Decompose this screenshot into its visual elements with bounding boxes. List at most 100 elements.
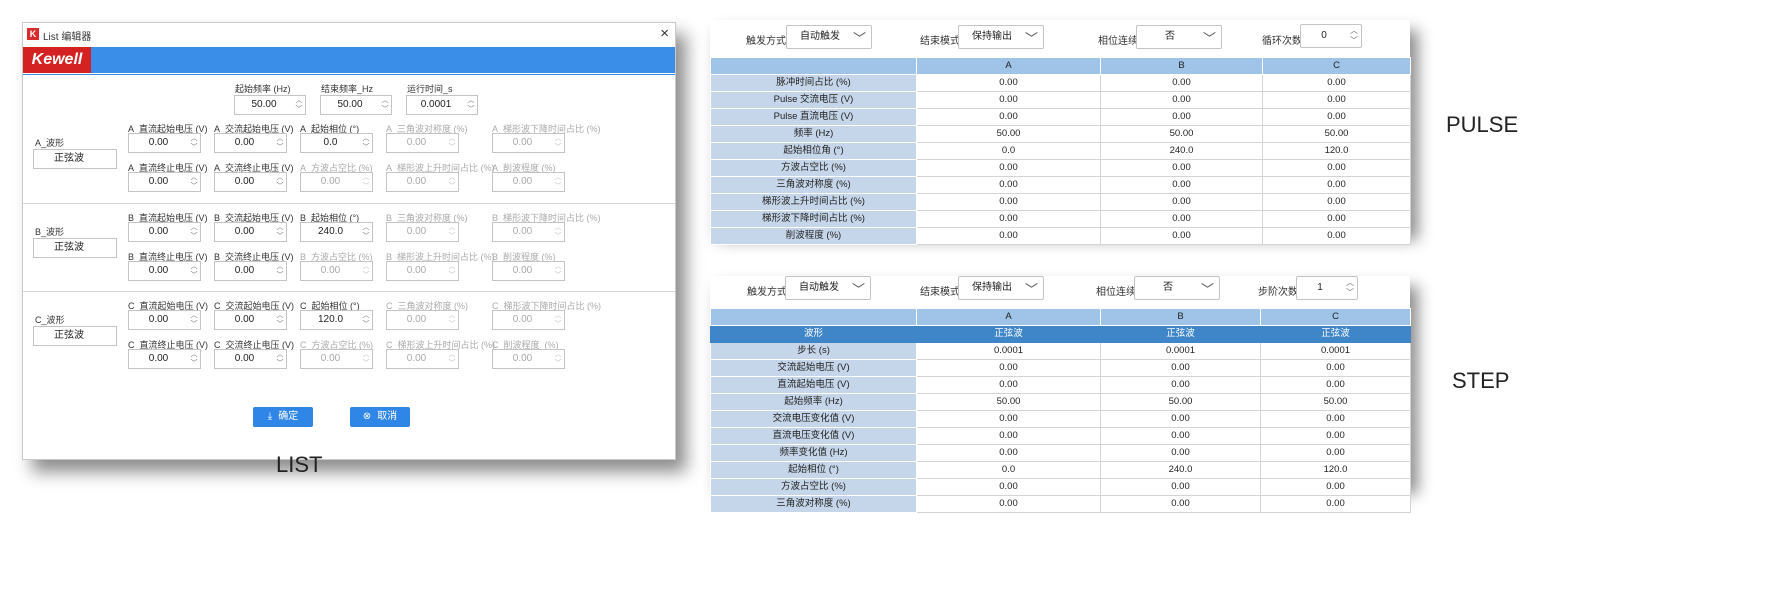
table-cell[interactable]: 0.00 bbox=[916, 74, 1101, 92]
table-cell[interactable]: 50.00 bbox=[916, 125, 1101, 143]
phase-c-start-phase-spinbox[interactable]: 120.0 ︿ ﹀ bbox=[300, 310, 373, 330]
table-cell[interactable]: 120.0 bbox=[1262, 142, 1411, 160]
spin-arrows-icon[interactable]: ︿ ﹀ bbox=[361, 311, 371, 329]
table-cell[interactable]: 0.00 bbox=[916, 176, 1101, 194]
table-cell[interactable]: 0.00 bbox=[1260, 478, 1411, 496]
table-cell[interactable]: 0.00 bbox=[1100, 108, 1263, 126]
table-cell[interactable]: 50.00 bbox=[1100, 125, 1263, 143]
table-cell[interactable]: 0.00 bbox=[916, 376, 1101, 394]
table-cell[interactable]: 0.0001 bbox=[1260, 342, 1411, 360]
spin-arrows-icon[interactable]: ︿ ﹀ bbox=[380, 96, 390, 114]
table-cell[interactable]: 0.0 bbox=[916, 461, 1101, 479]
phase-c-ac-end-spinbox[interactable]: 0.00 ︿ ﹀ bbox=[214, 349, 287, 369]
end-freq-spinbox[interactable]: 50.00 ︿ ﹀ bbox=[320, 95, 392, 115]
table-cell[interactable]: 240.0 bbox=[1100, 461, 1261, 479]
trigger-combo[interactable]: 自动触发 ﹀ bbox=[785, 276, 871, 300]
table-cell[interactable]: 0.00 bbox=[1260, 427, 1411, 445]
table-cell[interactable]: 0.00 bbox=[1262, 91, 1411, 109]
spin-arrows-icon[interactable]: ︿ ﹀ bbox=[294, 96, 304, 114]
phase-cont-combo[interactable]: 否 ﹀ bbox=[1136, 25, 1222, 49]
table-cell[interactable]: 50.00 bbox=[1262, 125, 1411, 143]
table-cell[interactable]: 0.00 bbox=[1100, 444, 1261, 462]
phase-c-dc-start-spinbox[interactable]: 0.00 ︿ ﹀ bbox=[128, 310, 201, 330]
table-cell[interactable]: 0.0 bbox=[916, 142, 1101, 160]
table-cell[interactable]: 0.00 bbox=[1100, 91, 1263, 109]
cancel-button[interactable]: ⊗ 取消 bbox=[350, 407, 410, 427]
run-time-spinbox[interactable]: 0.0001 ︿ ﹀ bbox=[406, 95, 478, 115]
table-cell[interactable]: 120.0 bbox=[1260, 461, 1411, 479]
table-cell[interactable]: 240.0 bbox=[1100, 142, 1263, 160]
spin-arrows-icon[interactable]: ︿ ﹀ bbox=[189, 173, 199, 191]
table-cell[interactable]: 0.00 bbox=[916, 159, 1101, 177]
table-cell[interactable]: 0.00 bbox=[1260, 376, 1411, 394]
spin-arrows-icon[interactable]: ︿ ﹀ bbox=[1345, 278, 1355, 298]
step-count-spinbox[interactable]: 1 ︿ ﹀ bbox=[1296, 276, 1358, 300]
table-cell[interactable]: 0.00 bbox=[1100, 359, 1261, 377]
table-cell[interactable]: 0.00 bbox=[1262, 176, 1411, 194]
phase-b-dc-end-spinbox[interactable]: 0.00 ︿ ﹀ bbox=[128, 261, 201, 281]
spin-arrows-icon[interactable]: ︿ ﹀ bbox=[189, 134, 199, 152]
table-cell[interactable]: 0.00 bbox=[1100, 495, 1261, 513]
phase-a-dc-end-spinbox[interactable]: 0.00 ︿ ﹀ bbox=[128, 172, 201, 192]
phase-a-dc-start-spinbox[interactable]: 0.00 ︿ ﹀ bbox=[128, 133, 201, 153]
spin-arrows-icon[interactable]: ︿ ﹀ bbox=[275, 223, 285, 241]
spin-arrows-icon[interactable]: ︿ ﹀ bbox=[275, 262, 285, 280]
spin-arrows-icon[interactable]: ︿ ﹀ bbox=[466, 96, 476, 114]
table-cell[interactable]: 0.00 bbox=[1100, 410, 1261, 428]
table-cell[interactable]: 0.00 bbox=[1260, 410, 1411, 428]
table-cell[interactable]: 0.00 bbox=[1260, 359, 1411, 377]
table-cell[interactable]: 0.00 bbox=[916, 444, 1101, 462]
start-freq-spinbox[interactable]: 50.00 ︿ ﹀ bbox=[234, 95, 306, 115]
table-cell[interactable]: 0.00 bbox=[916, 359, 1101, 377]
table-cell[interactable]: 0.00 bbox=[1262, 210, 1411, 228]
close-icon[interactable]: × bbox=[660, 25, 669, 42]
phase-b-waveform-combo[interactable]: 正弦波 bbox=[33, 238, 117, 258]
phase-c-ac-start-spinbox[interactable]: 0.00 ︿ ﹀ bbox=[214, 310, 287, 330]
table-cell[interactable]: 0.00 bbox=[916, 210, 1101, 228]
end-mode-combo[interactable]: 保持输出 ﹀ bbox=[958, 276, 1044, 300]
table-cell[interactable]: 0.00 bbox=[916, 108, 1101, 126]
table-cell[interactable]: 0.00 bbox=[1260, 444, 1411, 462]
spin-arrows-icon[interactable]: ︿ ﹀ bbox=[189, 223, 199, 241]
spin-arrows-icon[interactable]: ︿ ﹀ bbox=[189, 262, 199, 280]
spin-arrows-icon[interactable]: ︿ ﹀ bbox=[1349, 26, 1359, 46]
spin-arrows-icon[interactable]: ︿ ﹀ bbox=[275, 311, 285, 329]
table-cell[interactable]: 0.00 bbox=[1100, 478, 1261, 496]
phase-cont-combo[interactable]: 否 ﹀ bbox=[1134, 276, 1220, 300]
phase-c-waveform-combo[interactable]: 正弦波 bbox=[33, 326, 117, 346]
spin-arrows-icon[interactable]: ︿ ﹀ bbox=[275, 173, 285, 191]
end-mode-combo[interactable]: 保持输出 ﹀ bbox=[958, 25, 1044, 49]
table-cell[interactable]: 0.00 bbox=[916, 478, 1101, 496]
table-cell[interactable]: 0.00 bbox=[1100, 376, 1261, 394]
table-cell[interactable]: 0.00 bbox=[1100, 74, 1263, 92]
table-cell[interactable]: 0.00 bbox=[916, 410, 1101, 428]
table-cell[interactable]: 0.00 bbox=[1260, 495, 1411, 513]
table-cell[interactable]: 0.0001 bbox=[1100, 342, 1261, 360]
table-cell[interactable]: 0.00 bbox=[916, 495, 1101, 513]
table-cell[interactable]: 50.00 bbox=[916, 393, 1101, 411]
table-cell[interactable]: 0.00 bbox=[1262, 227, 1411, 245]
table-cell[interactable]: 0.00 bbox=[916, 227, 1101, 245]
table-cell[interactable]: 0.00 bbox=[1100, 210, 1263, 228]
phase-c-dc-end-spinbox[interactable]: 0.00 ︿ ﹀ bbox=[128, 349, 201, 369]
table-cell[interactable]: 50.00 bbox=[1260, 393, 1411, 411]
phase-b-ac-start-spinbox[interactable]: 0.00 ︿ ﹀ bbox=[214, 222, 287, 242]
spin-arrows-icon[interactable]: ︿ ﹀ bbox=[361, 223, 371, 241]
phase-a-start-phase-spinbox[interactable]: 0.0 ︿ ﹀ bbox=[300, 133, 373, 153]
phase-a-ac-end-spinbox[interactable]: 0.00 ︿ ﹀ bbox=[214, 172, 287, 192]
table-cell[interactable]: 0.00 bbox=[1100, 427, 1261, 445]
spin-arrows-icon[interactable]: ︿ ﹀ bbox=[189, 350, 199, 368]
phase-b-dc-start-spinbox[interactable]: 0.00 ︿ ﹀ bbox=[128, 222, 201, 242]
table-cell[interactable]: 0.00 bbox=[1100, 159, 1263, 177]
phase-a-waveform-combo[interactable]: 正弦波 bbox=[33, 149, 117, 169]
table-cell[interactable]: 0.00 bbox=[916, 91, 1101, 109]
table-cell[interactable]: 0.00 bbox=[1262, 108, 1411, 126]
table-cell[interactable]: 正弦波 bbox=[1260, 325, 1411, 343]
table-cell[interactable]: 0.00 bbox=[1100, 227, 1263, 245]
table-cell[interactable]: 正弦波 bbox=[916, 325, 1101, 343]
table-cell[interactable]: 0.00 bbox=[1262, 159, 1411, 177]
phase-b-start-phase-spinbox[interactable]: 240.0 ︿ ﹀ bbox=[300, 222, 373, 242]
confirm-button[interactable]: ⤓ 确定 bbox=[253, 407, 313, 427]
table-cell[interactable]: 0.00 bbox=[1262, 74, 1411, 92]
trigger-combo[interactable]: 自动触发 ﹀ bbox=[786, 25, 872, 49]
